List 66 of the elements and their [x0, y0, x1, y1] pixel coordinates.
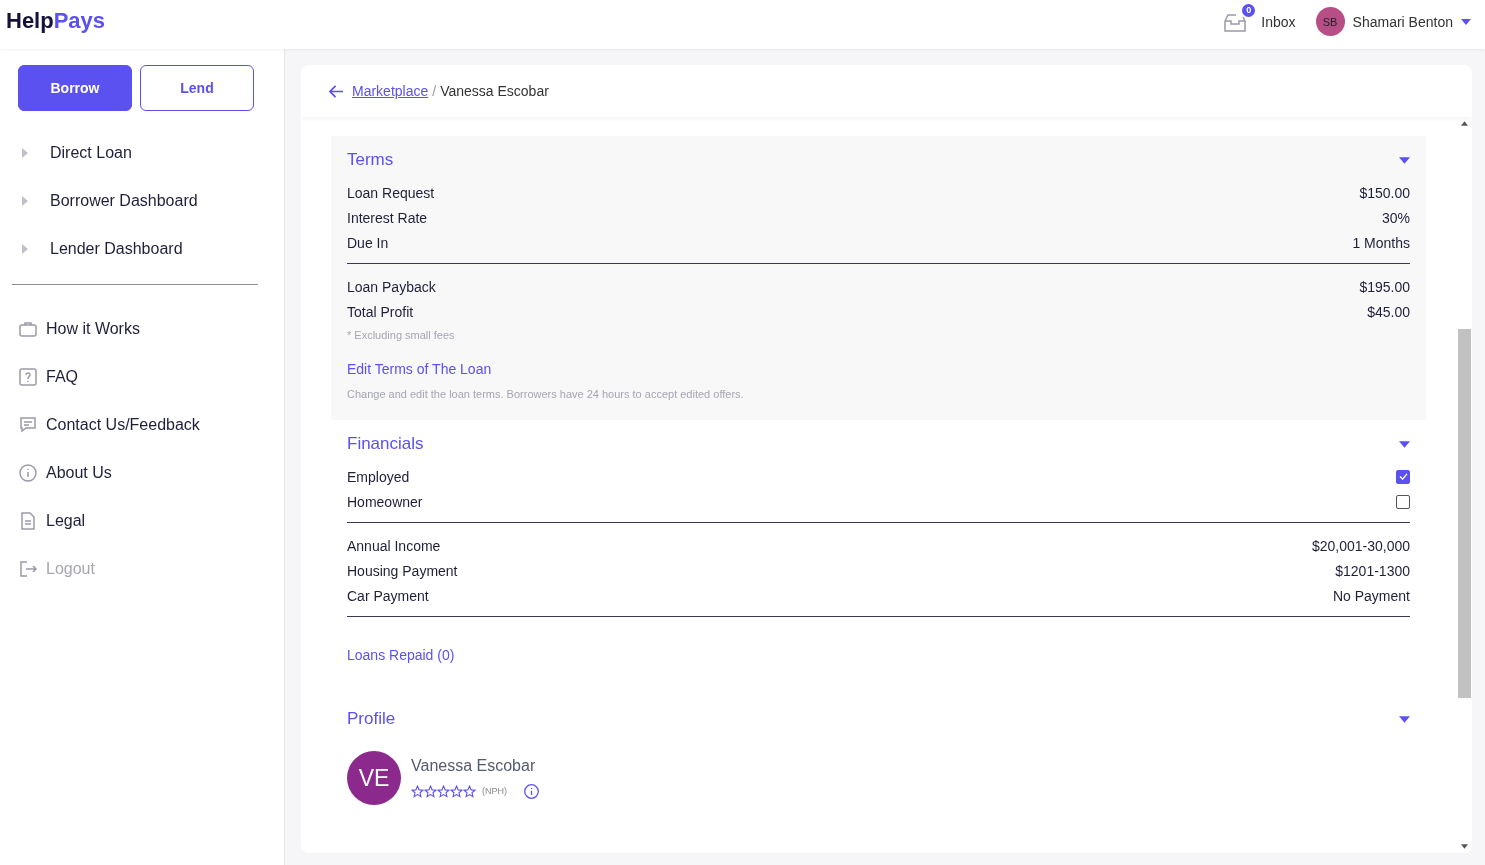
- caret-icon[interactable]: [1399, 715, 1410, 723]
- loans-repaid-link[interactable]: Loans Repaid (0): [347, 647, 1410, 663]
- star-icon: [463, 784, 476, 798]
- logo[interactable]: HelpPays: [6, 7, 106, 34]
- checkbox[interactable]: [1396, 469, 1410, 484]
- scroll-down-icon[interactable]: [1461, 844, 1468, 849]
- row-label: Interest Rate: [347, 209, 428, 226]
- lend-button[interactable]: Lend: [140, 65, 254, 111]
- row-value: $150.00: [1359, 184, 1410, 201]
- row-label: Due In: [347, 234, 389, 251]
- inbox-link[interactable]: Inbox: [1261, 13, 1296, 30]
- caret-icon[interactable]: [1461, 18, 1471, 25]
- star-icon: [424, 784, 437, 798]
- info-icon: [18, 463, 38, 483]
- row-value: $45.00: [1367, 303, 1410, 320]
- star-icon: [411, 784, 424, 798]
- row-value: $195.00: [1359, 278, 1410, 295]
- logout-icon: [18, 559, 38, 579]
- nav-item[interactable]: Borrower Dashboard: [50, 192, 198, 210]
- section-title: Financials: [347, 434, 424, 454]
- section-title: Terms: [347, 150, 394, 170]
- nav-link[interactable]: Contact Us/Feedback: [46, 416, 200, 434]
- breadcrumb-current: Vanessa Escobar: [440, 83, 549, 99]
- info-icon[interactable]: [523, 782, 540, 800]
- inbox-count-badge: 0: [1242, 3, 1256, 17]
- row-label: Housing Payment: [347, 562, 458, 579]
- row-value: 1 Months: [1352, 234, 1410, 251]
- row-value: $1201-1300: [1335, 562, 1410, 579]
- document-icon: [18, 511, 38, 531]
- rating-tag: (NPH): [482, 786, 507, 796]
- chat-icon: [18, 415, 38, 435]
- nav-link[interactable]: About Us: [46, 464, 112, 482]
- nav-item[interactable]: Direct Loan: [50, 144, 132, 162]
- scroll-up-icon[interactable]: [1461, 121, 1468, 126]
- back-arrow-icon[interactable]: [329, 84, 344, 98]
- profile-avatar: VE: [347, 751, 401, 805]
- row-value: 30%: [1381, 209, 1410, 226]
- row-label: Annual Income: [347, 537, 441, 554]
- breadcrumb-separator: /: [432, 83, 437, 99]
- user-name[interactable]: Shamari Benton: [1352, 13, 1453, 30]
- briefcase-icon: [18, 319, 38, 339]
- fee-note: * Excluding small fees: [347, 329, 456, 341]
- row-label: Employed: [347, 468, 410, 485]
- star-icon: [450, 784, 463, 798]
- edit-terms-link[interactable]: Edit Terms of The Loan: [347, 361, 1410, 377]
- row-label: Homeowner: [347, 493, 423, 510]
- nav-item[interactable]: Lender Dashboard: [50, 240, 183, 258]
- edit-terms-help: Change and edit the loan terms. Borrowers have 24 hours to accept edited offers.: [347, 388, 745, 400]
- section-title: Profile: [347, 709, 396, 729]
- nav-link[interactable]: FAQ: [46, 368, 78, 386]
- caret-icon[interactable]: [1399, 156, 1410, 164]
- nav-link[interactable]: Legal: [46, 512, 86, 530]
- row-label: Loan Request: [347, 184, 435, 201]
- nav-link[interactable]: How it Works: [46, 320, 140, 338]
- row-value: No Payment: [1332, 587, 1410, 604]
- breadcrumb-link[interactable]: Marketplace: [352, 83, 429, 99]
- row-value: $20,001-30,000: [1311, 537, 1410, 554]
- star-icon: [437, 784, 450, 798]
- caret-icon[interactable]: [1399, 440, 1410, 448]
- row-label: Loan Payback: [347, 278, 436, 295]
- question-icon: [18, 367, 38, 387]
- row-label: Total Profit: [347, 303, 414, 320]
- borrow-button[interactable]: Borrow: [18, 65, 132, 111]
- row-label: Car Payment: [347, 587, 429, 604]
- profile-name: Vanessa Escobar: [411, 756, 537, 775]
- checkbox[interactable]: [1396, 494, 1410, 509]
